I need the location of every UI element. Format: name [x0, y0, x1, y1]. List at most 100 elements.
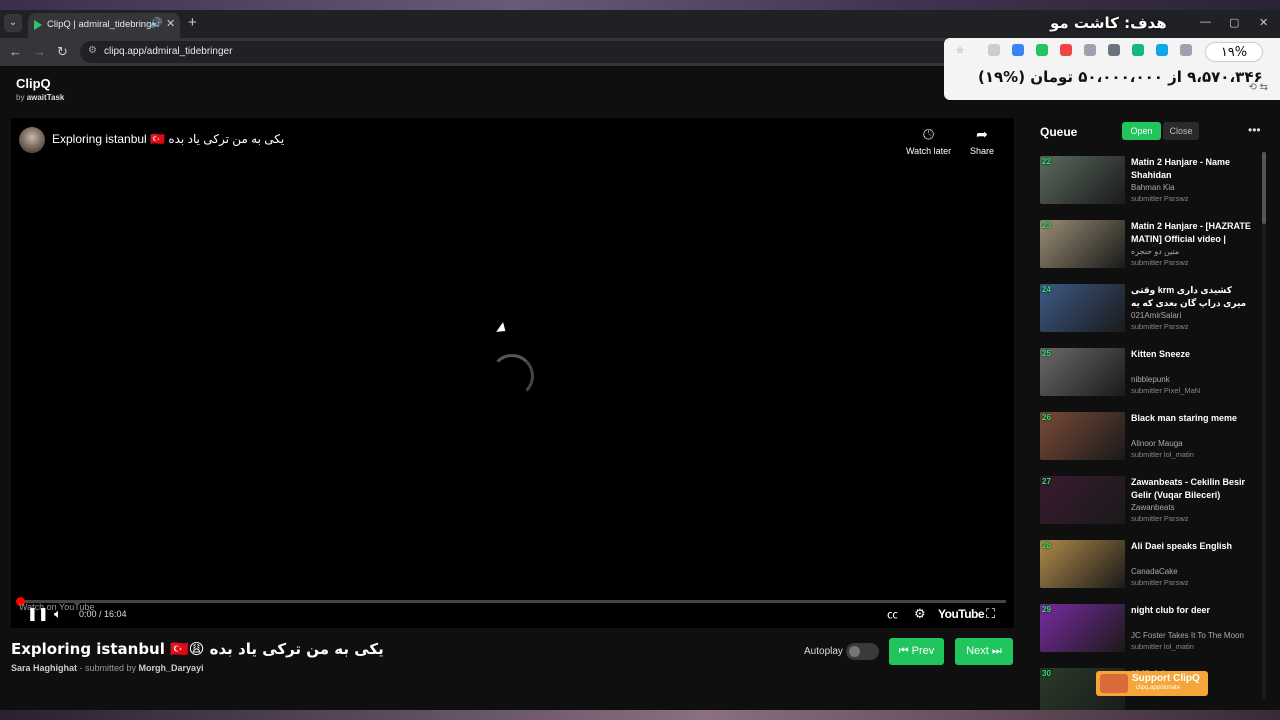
share-button[interactable]: ➦ Share	[970, 126, 994, 156]
queue-item-thumbnail[interactable]: 24	[1040, 284, 1125, 332]
app-byline: by awaitTask	[16, 93, 64, 102]
maximize-icon[interactable]: ▢	[1229, 16, 1239, 29]
support-clipq-button[interactable]: Support ClipQ clipq.app/donate	[1096, 671, 1208, 696]
queue-item-number: 26	[1042, 413, 1051, 422]
window-close-icon[interactable]: ✕	[1259, 16, 1268, 29]
speaker-icon[interactable]: 🔊	[150, 18, 162, 29]
queue-close-button[interactable]: Close	[1163, 122, 1199, 140]
settings-gear-icon[interactable]: ⚙	[914, 606, 926, 622]
queue-item-thumbnail[interactable]: 27	[1040, 476, 1125, 524]
queue-item[interactable]: 29 night club for deer JC Foster Takes It …	[1040, 604, 1255, 656]
queue-item-submitter: submitter Parswz	[1131, 258, 1189, 267]
stream-goal-text: هدف: کاشت مو	[1050, 14, 1167, 32]
video-submitter[interactable]: Morgh_Daryayi	[139, 663, 204, 673]
donation-progress-text: ۹،۵۷۰،۳۴۶ از ۵۰،۰۰۰،۰۰۰ تومان (%۱۹)	[978, 68, 1263, 86]
extension-icon[interactable]	[1060, 44, 1072, 56]
shield-icon[interactable]	[1036, 44, 1048, 56]
video-player[interactable]: Exploring istanbul 🇹🇷 یکی به من ترکی یاد…	[11, 118, 1014, 628]
queue-item-title[interactable]: Zawanbeats - Cekilin Besir Gelir (Vuqar …	[1131, 476, 1255, 502]
queue-item-artist: JC Foster Takes It To The Moon	[1131, 631, 1244, 640]
video-author[interactable]: Sara Haghighat	[11, 663, 77, 673]
new-tab-button[interactable]: +	[188, 14, 197, 31]
clock-icon: 🕓︎	[923, 126, 935, 142]
minimize-icon[interactable]: —	[1200, 16, 1211, 28]
captions-icon[interactable]: ㏄	[887, 606, 898, 622]
queue-item-thumbnail[interactable]: 22	[1040, 156, 1125, 204]
queue-item-thumbnail[interactable]: 26	[1040, 412, 1125, 460]
player-video-title[interactable]: Exploring istanbul 🇹🇷 یکی به من ترکی یاد…	[52, 132, 284, 146]
history-icon[interactable]: ⟲ ⇆	[1248, 82, 1268, 93]
queue-item-thumbnail[interactable]: 23	[1040, 220, 1125, 268]
extension-icon[interactable]	[988, 44, 1000, 56]
fullscreen-icon[interactable]: ⛶	[986, 606, 995, 622]
queue-open-button[interactable]: Open	[1122, 122, 1161, 140]
reload-icon[interactable]: ↻	[57, 44, 68, 60]
queue-item-number: 24	[1042, 285, 1051, 294]
queue-item-title[interactable]: Matin 2 Hanjare - Name Shahidan	[1131, 156, 1255, 182]
support-avatar	[1100, 674, 1128, 693]
share-label: Share	[970, 146, 995, 156]
app-logo[interactable]: ClipQ	[16, 76, 51, 91]
queue-item[interactable]: 26 Black man staring meme Alinoor Mauga sub…	[1040, 412, 1255, 464]
background-frame-top	[0, 0, 1280, 10]
url-field[interactable]: ⚙ clipq.app/admiral_tidebringer	[80, 41, 960, 63]
pause-icon[interactable]: ❚❚	[27, 606, 49, 622]
queue-item-thumbnail[interactable]: 29	[1040, 604, 1125, 652]
queue-more-icon[interactable]: •••	[1248, 123, 1261, 137]
browser-tab[interactable]: ClipQ | admiral_tidebringer 🔊 ✕	[28, 13, 180, 38]
extension-icon[interactable]	[1108, 44, 1120, 56]
url-text: clipq.app/admiral_tidebringer	[104, 46, 233, 57]
time-display: 0:00 / 16:04	[79, 609, 127, 619]
queue-item-artist: Alinoor Mauga	[1131, 439, 1183, 448]
extension-icon[interactable]	[1084, 44, 1096, 56]
toggle-knob	[849, 646, 860, 657]
queue-item-thumbnail[interactable]: 28	[1040, 540, 1125, 588]
queue-item-title[interactable]: وقتی krm کشیدی داری میری دراپ گان بعدی ک…	[1131, 284, 1255, 310]
site-info-icon[interactable]: ⚙	[88, 45, 97, 56]
extension-icon[interactable]	[1012, 44, 1024, 56]
next-button[interactable]: Next ⏭	[955, 638, 1013, 665]
youtube-logo[interactable]: YouTube	[938, 607, 985, 621]
queue-item-artist: Zawanbeats	[1131, 503, 1175, 512]
watch-later-button[interactable]: 🕓︎ Watch later	[906, 126, 951, 156]
queue-item-title[interactable]: Ali Daei speaks English	[1131, 540, 1255, 553]
autoplay-toggle[interactable]	[846, 643, 879, 660]
queue-item[interactable]: 27 Zawanbeats - Cekilin Besir Gelir (Vuqa…	[1040, 476, 1255, 528]
queue-item-artist: 021AmirSalari	[1131, 311, 1182, 320]
extension-icon[interactable]	[1132, 44, 1144, 56]
video-progress-bar[interactable]	[16, 597, 1006, 606]
autoplay-label: Autoplay	[804, 646, 843, 657]
back-icon[interactable]: ←	[9, 44, 22, 59]
tab-close-icon[interactable]: ✕	[166, 17, 175, 30]
queue-scrollbar[interactable]	[1262, 152, 1266, 700]
queue-item-title[interactable]: Matin 2 Hanjare - [HAZRATE MATIN] Offici…	[1131, 220, 1255, 246]
support-title: Support ClipQ	[1132, 673, 1200, 684]
goal-percent-pill: ۱۹%	[1205, 42, 1263, 62]
forward-icon[interactable]: →	[33, 44, 46, 59]
bookmark-star-icon[interactable]: ☆	[954, 44, 966, 56]
queue-item-number: 30	[1042, 669, 1051, 678]
queue-item-title[interactable]: Kitten Sneeze	[1131, 348, 1255, 361]
extension-icon[interactable]	[1156, 44, 1168, 56]
queue-item[interactable]: 22 Matin 2 Hanjare - Name Shahidan Bahman …	[1040, 156, 1255, 208]
queue-item-artist: nibblepunk	[1131, 375, 1170, 384]
queue-item-number: 25	[1042, 349, 1051, 358]
queue-item-title[interactable]: night club for deer	[1131, 604, 1255, 617]
volume-icon[interactable]: 🔈︎	[54, 606, 62, 622]
share-icon: ➦	[976, 126, 988, 142]
byline-author[interactable]: awaitTask	[27, 93, 65, 102]
queue-item-artist: متین دو حنجره	[1131, 247, 1180, 256]
scrollbar-thumb[interactable]	[1262, 152, 1266, 224]
puzzle-icon[interactable]	[1180, 44, 1192, 56]
prev-button[interactable]: ⏮ Prev	[889, 638, 944, 665]
queue-item-thumbnail[interactable]: 25	[1040, 348, 1125, 396]
queue-item[interactable]: 25 Kitten Sneeze nibblepunk submitter Pixel…	[1040, 348, 1255, 400]
submitted-by-label: - submitted by	[77, 663, 139, 673]
queue-item-title[interactable]: Black man staring meme	[1131, 412, 1255, 425]
queue-item[interactable]: 28 Ali Daei speaks English CanadaCake submi…	[1040, 540, 1255, 592]
queue-item[interactable]: 24 وقتی krm کشیدی داری میری دراپ گان بعدی…	[1040, 284, 1255, 336]
tab-search-icon[interactable]: ⌄	[4, 14, 22, 32]
channel-avatar[interactable]	[19, 127, 45, 153]
mouse-cursor-icon	[496, 322, 509, 336]
queue-item[interactable]: 23 Matin 2 Hanjare - [HAZRATE MATIN] Offi…	[1040, 220, 1255, 272]
